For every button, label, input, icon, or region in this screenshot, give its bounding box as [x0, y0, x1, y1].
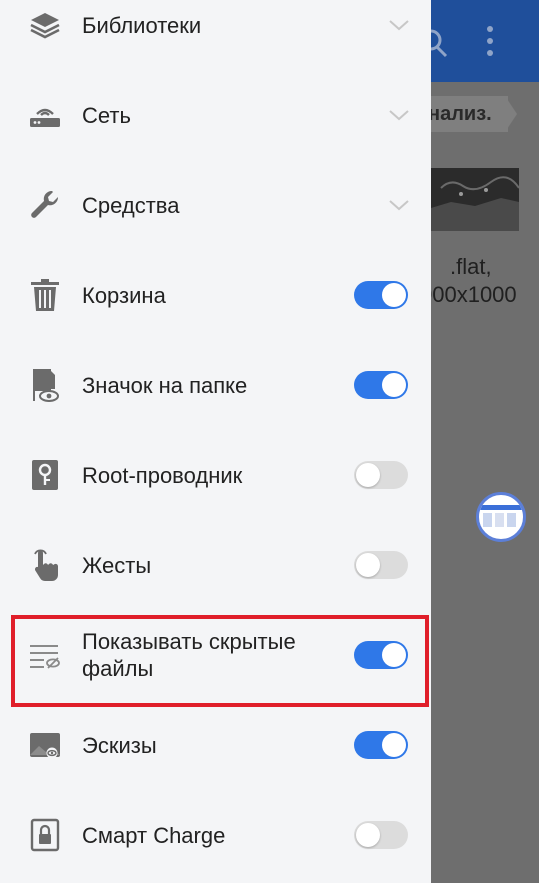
thumbnail-icon: [27, 727, 63, 763]
drawer-item-label: Корзина: [82, 282, 166, 308]
drawer-item-root-explorer[interactable]: Root-проводник: [0, 430, 431, 520]
wrench-icon: [27, 187, 63, 223]
hidden-files-icon: [27, 637, 63, 673]
drawer-item-label: Root-проводник: [82, 462, 243, 488]
drawer-item-network[interactable]: Сеть: [0, 70, 431, 160]
root-explorer-toggle[interactable]: [354, 461, 408, 489]
drawer-item-folder-badge[interactable]: Значок на папке: [0, 340, 431, 430]
show-hidden-files-toggle[interactable]: [354, 641, 408, 669]
breadcrumb-arrow: [505, 96, 517, 132]
root-key-icon: [27, 457, 63, 493]
file-name: .flat,: [450, 254, 492, 279]
toggle-knob: [382, 373, 406, 397]
drawer-item-label: Жесты: [82, 552, 152, 578]
drawer-item-label: Сеть: [82, 102, 131, 128]
drawer-item-label: Показывать скрытые файлы: [82, 629, 296, 681]
drawer-item-gestures[interactable]: Жесты: [0, 520, 431, 610]
recycle-bin-toggle[interactable]: [354, 281, 408, 309]
folder-badge-toggle[interactable]: [354, 371, 408, 399]
layers-icon: [27, 7, 63, 43]
toggle-knob: [356, 823, 380, 847]
router-icon: [27, 97, 63, 133]
toggle-knob: [356, 463, 380, 487]
file-eye-icon: [27, 367, 63, 403]
drawer-item-label: Значок на папке: [82, 372, 248, 398]
chevron-down-icon[interactable]: [386, 14, 412, 36]
toggle-knob: [382, 283, 406, 307]
gestures-toggle[interactable]: [354, 551, 408, 579]
chevron-down-icon[interactable]: [386, 194, 412, 216]
drawer-item-label: Смарт Charge: [82, 822, 226, 848]
toggle-knob: [382, 733, 406, 757]
smart-charge-toggle[interactable]: [354, 821, 408, 849]
navigation-drawer: Библиотеки Сеть Средства Корзина Значок …: [0, 0, 431, 883]
drawer-item-libraries[interactable]: Библиотеки: [0, 0, 431, 70]
lock-icon: [27, 817, 63, 853]
drawer-item-recycle-bin[interactable]: Корзина: [0, 250, 431, 340]
toggle-knob: [356, 553, 380, 577]
drawer-item-label: Средства: [82, 192, 180, 218]
file-thumbnail[interactable]: [431, 168, 519, 231]
thumbnails-toggle[interactable]: [354, 731, 408, 759]
drawer-item-label: Библиотеки: [82, 12, 202, 38]
trash-icon: [27, 277, 63, 313]
drawer-item-thumbnails[interactable]: Эскизы: [0, 700, 431, 790]
drawer-item-tools[interactable]: Средства: [0, 160, 431, 250]
drawer-item-show-hidden-files[interactable]: Показывать скрытые файлы: [0, 610, 431, 700]
toggle-knob: [382, 643, 406, 667]
floating-window-button[interactable]: [476, 492, 526, 542]
file-size: 000x1000: [420, 282, 517, 307]
drawer-item-label: Эскизы: [82, 732, 157, 758]
drawer-item-smart-charge[interactable]: Смарт Charge: [0, 790, 431, 880]
chevron-down-icon[interactable]: [386, 104, 412, 126]
gesture-hand-icon: [27, 547, 63, 583]
more-options-icon[interactable]: [480, 24, 500, 60]
